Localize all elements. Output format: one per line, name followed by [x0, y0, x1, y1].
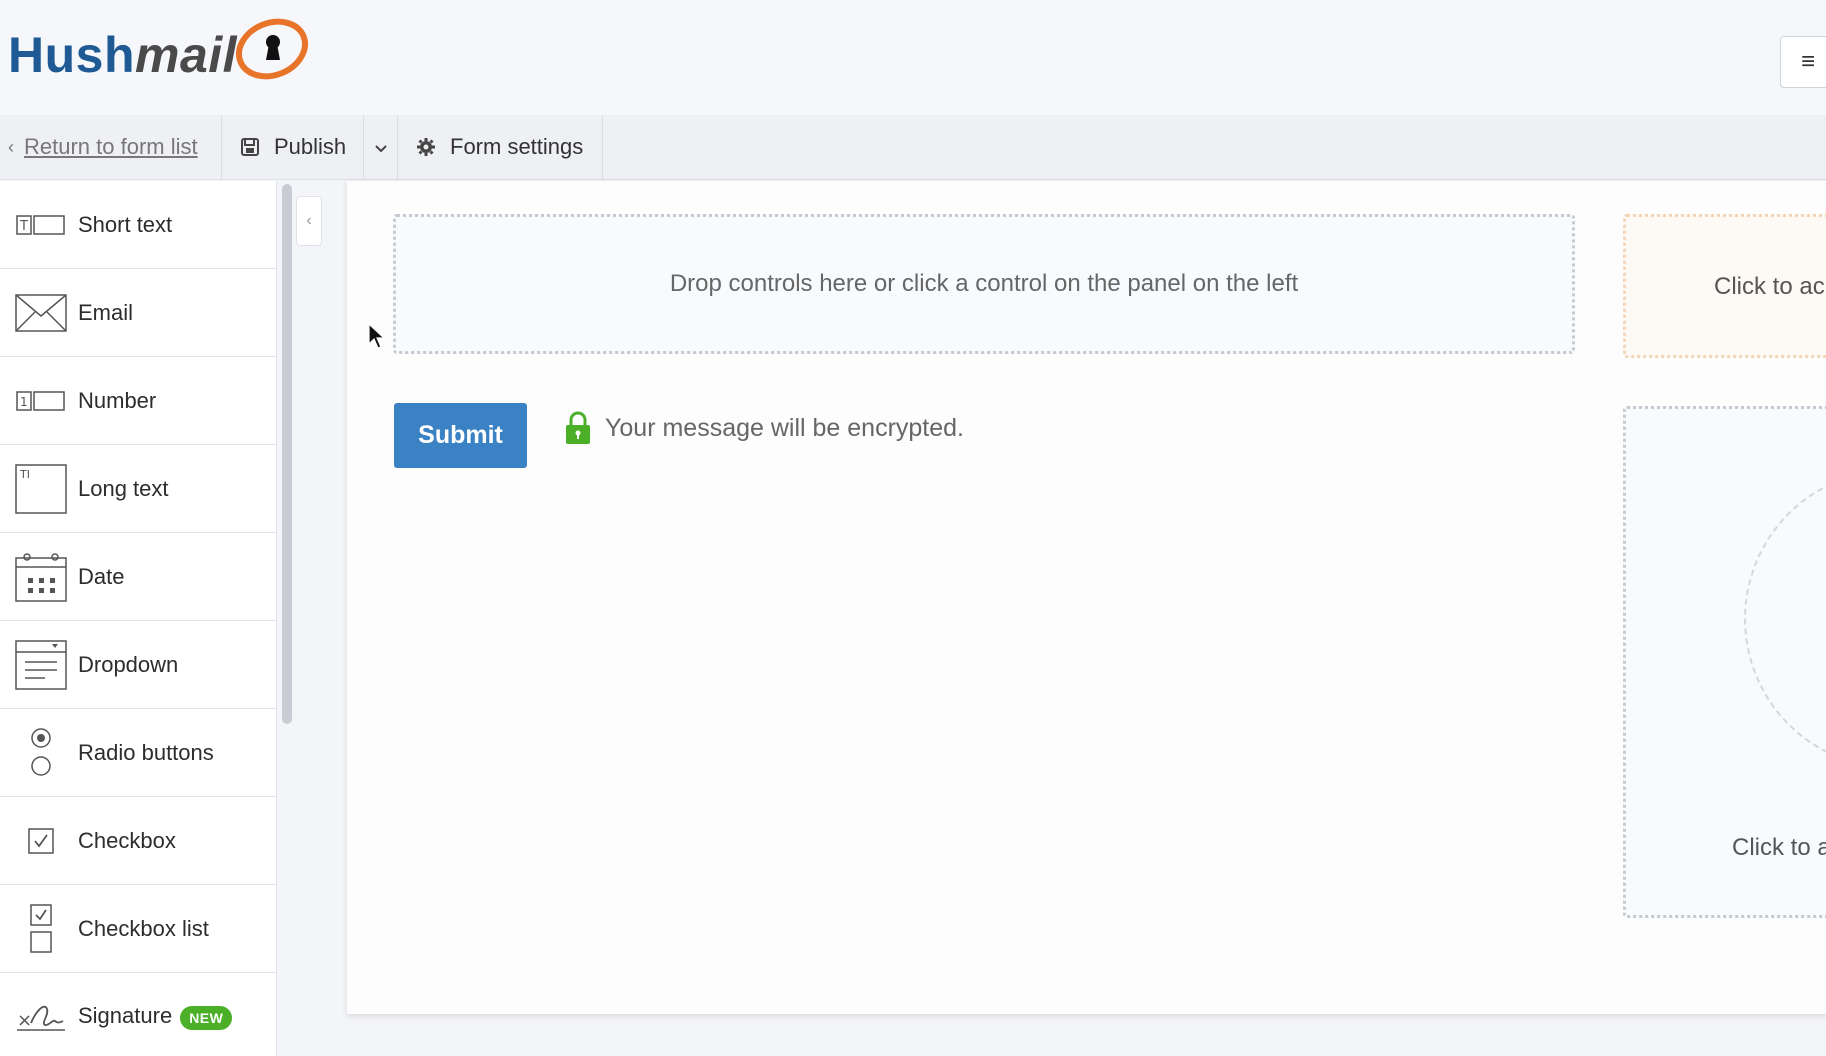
control-label: Number: [78, 387, 157, 413]
drop-zone[interactable]: Drop controls here or click a control on…: [393, 214, 1575, 354]
mouse-cursor-icon: [368, 322, 386, 356]
encryption-notice: Your message will be encrypted.: [565, 411, 964, 445]
logo-text-hush: Hush: [8, 26, 135, 83]
form-settings-label: Form settings: [450, 134, 584, 159]
email-icon: [0, 269, 78, 357]
side-zone-top-text: Click to ac: [1714, 273, 1825, 300]
control-short-text[interactable]: T Short text: [0, 181, 276, 269]
svg-text:T: T: [19, 219, 28, 234]
menu-button[interactable]: ≡: [1780, 36, 1826, 88]
control-label: Checkbox list: [78, 915, 209, 941]
checkbox-icon: [0, 797, 78, 885]
control-label: Long text: [78, 475, 169, 501]
side-zone-top[interactable]: Click to ac: [1623, 214, 1826, 358]
form-canvas: Drop controls here or click a control on…: [347, 181, 1826, 1014]
svg-text:×: ×: [17, 1010, 32, 1031]
controls-list: T Short text Email 1 Number TI Long text: [0, 181, 276, 1056]
control-label: Signature NEW: [78, 1003, 233, 1030]
save-icon: [240, 137, 260, 157]
number-icon: 1: [0, 357, 78, 445]
svg-text:1: 1: [20, 395, 28, 409]
submit-button[interactable]: Submit: [394, 403, 527, 468]
chevron-left-icon: ‹: [8, 136, 14, 157]
signature-icon: ×: [0, 973, 78, 1056]
publish-label: Publish: [274, 134, 347, 159]
hamburger-icon: ≡: [1801, 48, 1816, 75]
signature-label: Signature: [78, 1003, 173, 1029]
image-placeholder-circle: [1744, 469, 1826, 769]
short-text-icon: T: [0, 181, 78, 269]
return-to-form-list[interactable]: ‹ Return to form list: [0, 115, 222, 179]
chevron-down-icon: [374, 134, 388, 160]
control-checkbox-list[interactable]: Checkbox list: [0, 885, 276, 973]
form-settings-button[interactable]: Form settings: [398, 115, 603, 179]
new-badge: NEW: [180, 1005, 233, 1030]
calendar-icon: [0, 533, 78, 621]
return-link[interactable]: Return to form list: [24, 134, 198, 160]
gear-icon: [416, 137, 436, 157]
checkbox-list-icon: [0, 885, 78, 973]
control-radio-buttons[interactable]: Radio buttons: [0, 709, 276, 797]
control-signature[interactable]: × Signature NEW: [0, 973, 276, 1056]
side-zone-bottom[interactable]: Click to a: [1623, 406, 1826, 918]
dropdown-icon: [0, 621, 78, 709]
logo-text-mail: mail: [135, 26, 238, 83]
controls-panel: T Short text Email 1 Number TI Long text: [0, 181, 277, 1056]
chevron-left-icon: ‹: [306, 212, 312, 229]
publish-dropdown-toggle[interactable]: [364, 115, 398, 179]
control-long-text[interactable]: TI Long text: [0, 445, 276, 533]
form-toolbar: ‹ Return to form list Publish Form setti…: [0, 115, 1826, 180]
control-label: Email: [78, 299, 134, 325]
sidebar-scrollbar[interactable]: [282, 184, 292, 724]
top-header: Hushmail ≡: [0, 0, 1826, 115]
control-label: Short text: [78, 211, 173, 237]
keyhole-logo-icon: [233, 16, 311, 87]
control-label: Dropdown: [78, 651, 179, 677]
side-zone-bottom-text: Click to a: [1732, 834, 1826, 861]
control-checkbox[interactable]: Checkbox: [0, 797, 276, 885]
control-date[interactable]: Date: [0, 533, 276, 621]
encryption-text: Your message will be encrypted.: [605, 413, 964, 442]
lock-icon: [565, 411, 591, 445]
svg-text:TI: TI: [19, 468, 30, 481]
long-text-icon: TI: [0, 445, 78, 533]
control-label: Checkbox: [78, 827, 176, 853]
control-dropdown[interactable]: Dropdown: [0, 621, 276, 709]
control-label: Date: [78, 563, 125, 589]
radio-icon: [0, 709, 78, 797]
control-email[interactable]: Email: [0, 269, 276, 357]
hushmail-logo[interactable]: Hushmail: [8, 18, 311, 87]
collapse-panel-button[interactable]: ‹: [296, 196, 322, 246]
control-number[interactable]: 1 Number: [0, 357, 276, 445]
control-label: Radio buttons: [78, 739, 214, 765]
publish-button[interactable]: Publish: [222, 115, 364, 179]
